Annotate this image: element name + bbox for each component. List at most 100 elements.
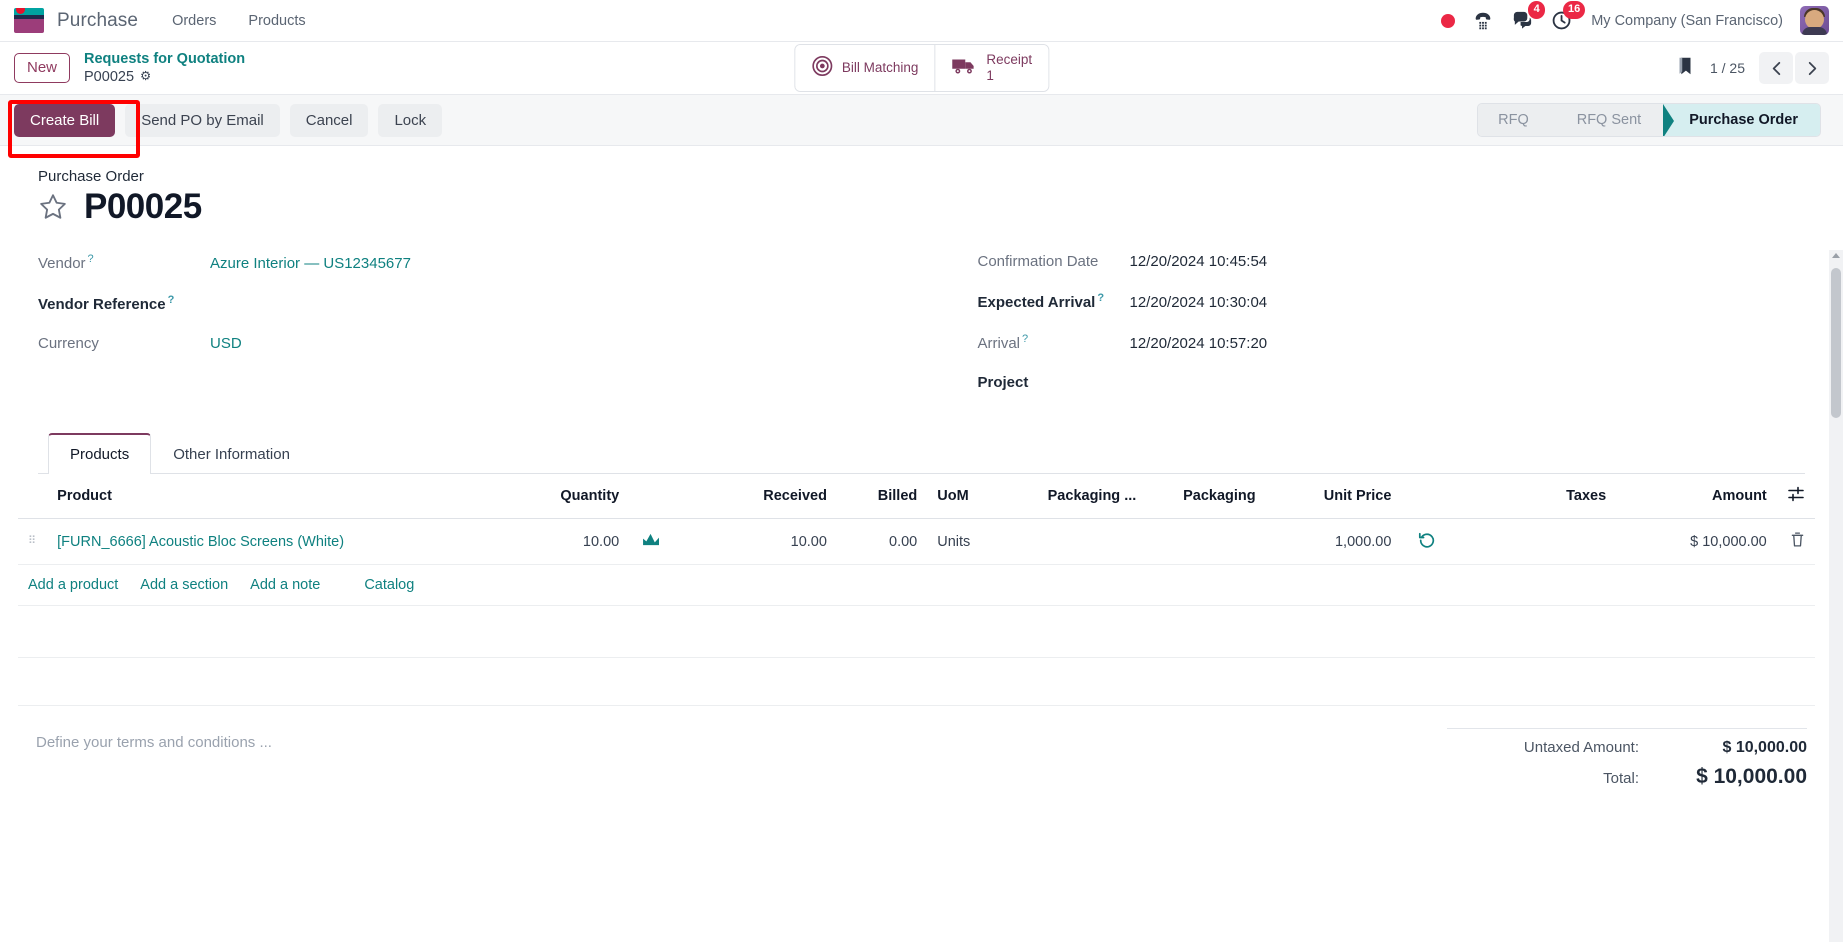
- col-packaging-qty[interactable]: Packaging ...: [1037, 474, 1174, 519]
- row-product-link[interactable]: [FURN_6666] Acoustic Bloc Screens (White…: [57, 534, 344, 550]
- add-a-note-link[interactable]: Add a note: [250, 577, 320, 593]
- forecast-graph-icon[interactable]: [629, 518, 672, 565]
- status-purchase-order[interactable]: Purchase Order: [1663, 104, 1820, 136]
- field-project: Project: [978, 374, 1806, 391]
- company-name[interactable]: My Company (San Francisco): [1591, 13, 1783, 29]
- col-unit-price[interactable]: Unit Price: [1265, 474, 1402, 519]
- col-quantity-spacer: [629, 474, 672, 519]
- col-uom[interactable]: UoM: [927, 474, 1038, 519]
- receipt-value: 1: [986, 68, 994, 83]
- brand-block[interactable]: Purchase: [14, 8, 138, 33]
- table-row[interactable]: ⠿ [FURN_6666] Acoustic Bloc Screens (Whi…: [18, 518, 1815, 565]
- pager-previous-button[interactable]: [1759, 52, 1793, 84]
- breadcrumb-current-wrap: P00025 ⚙: [84, 68, 245, 86]
- nav-right-tools: 4 16 My Company (San Francisco): [1441, 1, 1829, 35]
- status-rfq-sent[interactable]: RFQ Sent: [1550, 104, 1675, 136]
- row-packaging[interactable]: [1173, 518, 1266, 565]
- send-po-by-email-button[interactable]: Send PO by Email: [125, 103, 280, 137]
- row-unit-price[interactable]: 1,000.00: [1265, 518, 1402, 565]
- target-icon: [811, 55, 833, 82]
- pager: 1 / 25: [1674, 52, 1829, 84]
- field-expected-arrival-value[interactable]: 12/20/2024 10:30:04: [1130, 294, 1268, 311]
- col-product[interactable]: Product: [47, 474, 479, 519]
- row-quantity[interactable]: 10.00: [478, 518, 630, 565]
- content-area: Purchase Order P00025 Vendor? Azure Inte…: [0, 146, 1843, 942]
- expected-arrival-help-icon[interactable]: ?: [1097, 292, 1104, 304]
- vendor-reference-help-icon[interactable]: ?: [168, 294, 175, 306]
- totals-block: Untaxed Amount: $ 10,000.00 Total: $ 10,…: [1447, 728, 1807, 793]
- vendor-help-icon[interactable]: ?: [88, 253, 94, 265]
- col-taxes[interactable]: Taxes: [1445, 474, 1617, 519]
- catalog-link[interactable]: Catalog: [364, 577, 414, 593]
- gear-icon[interactable]: ⚙: [140, 69, 151, 85]
- row-delete-trash-icon[interactable]: [1776, 518, 1815, 565]
- total-line: Total: $ 10,000.00: [1447, 761, 1807, 793]
- row-drag-handle-icon[interactable]: ⠿: [18, 518, 48, 565]
- status-rfq[interactable]: RFQ: [1478, 104, 1562, 136]
- field-currency-label: Currency: [38, 335, 210, 352]
- add-a-section-link[interactable]: Add a section: [140, 577, 228, 593]
- row-uom[interactable]: Units: [927, 518, 1038, 565]
- control-panel: New Requests for Quotation P00025 ⚙ Bill…: [0, 42, 1843, 94]
- receipt-label: Receipt: [986, 51, 1033, 67]
- row-taxes[interactable]: [1445, 518, 1617, 565]
- star-outline-icon[interactable]: [38, 192, 68, 222]
- terms-and-conditions-input[interactable]: Define your terms and conditions ...: [36, 728, 1447, 751]
- truck-icon: [951, 55, 977, 82]
- col-amount[interactable]: Amount: [1616, 474, 1777, 519]
- order-lines-wrap: Product Quantity Received Billed UoM Pac…: [0, 474, 1843, 706]
- purchase-history-icon[interactable]: [1401, 518, 1446, 565]
- tab-other-information[interactable]: Other Information: [151, 434, 312, 474]
- field-arrival-value[interactable]: 12/20/2024 10:57:20: [1130, 335, 1268, 352]
- pager-next-button[interactable]: [1795, 52, 1829, 84]
- untaxed-amount-line: Untaxed Amount: $ 10,000.00: [1447, 735, 1807, 761]
- arrival-help-icon[interactable]: ?: [1022, 333, 1028, 345]
- menu-orders[interactable]: Orders: [160, 7, 228, 35]
- untaxed-amount-value: $ 10,000.00: [1722, 739, 1807, 756]
- field-expected-arrival-label: Expected Arrival?: [978, 292, 1130, 311]
- field-confirmation-date-value[interactable]: 12/20/2024 10:45:54: [1130, 253, 1268, 270]
- add-links-cell: Add a product Add a section Add a note C…: [18, 564, 1815, 606]
- lock-button[interactable]: Lock: [378, 103, 443, 137]
- field-arrival: Arrival? 12/20/2024 10:57:20: [978, 333, 1806, 352]
- receipt-stat-button[interactable]: Receipt 1: [934, 44, 1049, 92]
- row-amount: $ 10,000.00: [1616, 518, 1777, 565]
- form-grid: Vendor? Azure Interior — US12345677 Vend…: [38, 253, 1805, 413]
- add-a-product-link[interactable]: Add a product: [28, 577, 118, 593]
- field-project-label: Project: [978, 374, 1130, 391]
- clock-activities-icon[interactable]: 16: [1551, 1, 1586, 32]
- field-vendor-value[interactable]: Azure Interior — US12345677: [210, 255, 411, 272]
- top-navbar: Purchase Orders Products 4 16 My Company…: [0, 0, 1843, 42]
- cancel-button[interactable]: Cancel: [289, 103, 369, 137]
- totals-separator: [1447, 728, 1807, 729]
- field-vendor: Vendor? Azure Interior — US12345677: [38, 253, 922, 272]
- field-arrival-label: Arrival?: [978, 333, 1130, 352]
- breadcrumb-current: P00025: [84, 69, 135, 85]
- field-currency-value[interactable]: USD: [210, 335, 242, 352]
- col-packaging[interactable]: Packaging: [1173, 474, 1266, 519]
- col-quantity[interactable]: Quantity: [478, 474, 630, 519]
- column-settings-icon[interactable]: [1776, 474, 1815, 519]
- messages-icon[interactable]: 4: [1511, 1, 1546, 32]
- col-billed[interactable]: Billed: [836, 474, 928, 519]
- row-product[interactable]: [FURN_6666] Acoustic Bloc Screens (White…: [47, 518, 479, 565]
- breadcrumb-parent[interactable]: Requests for Quotation: [84, 50, 245, 68]
- row-billed[interactable]: 0.00: [836, 518, 928, 565]
- col-received[interactable]: Received: [671, 474, 837, 519]
- row-packaging-qty[interactable]: [1037, 518, 1174, 565]
- tab-products[interactable]: Products: [48, 433, 152, 474]
- new-button[interactable]: New: [14, 52, 71, 84]
- avatar[interactable]: [1800, 6, 1829, 35]
- phone-icon[interactable]: [1472, 10, 1494, 32]
- create-bill-button[interactable]: Create Bill: [14, 103, 116, 137]
- odoo-purchase-logo-icon[interactable]: [14, 8, 44, 33]
- menu-products[interactable]: Products: [236, 7, 317, 35]
- bill-matching-stat-button[interactable]: Bill Matching: [794, 44, 935, 92]
- bookmark-icon[interactable]: [1674, 55, 1696, 82]
- record-sheet: Purchase Order P00025 Vendor? Azure Inte…: [0, 146, 1843, 474]
- status-purchase-order-label: Purchase Order: [1689, 112, 1798, 128]
- confirmation-date-label-text: Confirmation Date: [977, 253, 1099, 270]
- field-expected-arrival: Expected Arrival? 12/20/2024 10:30:04: [978, 292, 1806, 311]
- row-received[interactable]: 10.00: [671, 518, 837, 565]
- record-dot-icon[interactable]: [1441, 13, 1456, 28]
